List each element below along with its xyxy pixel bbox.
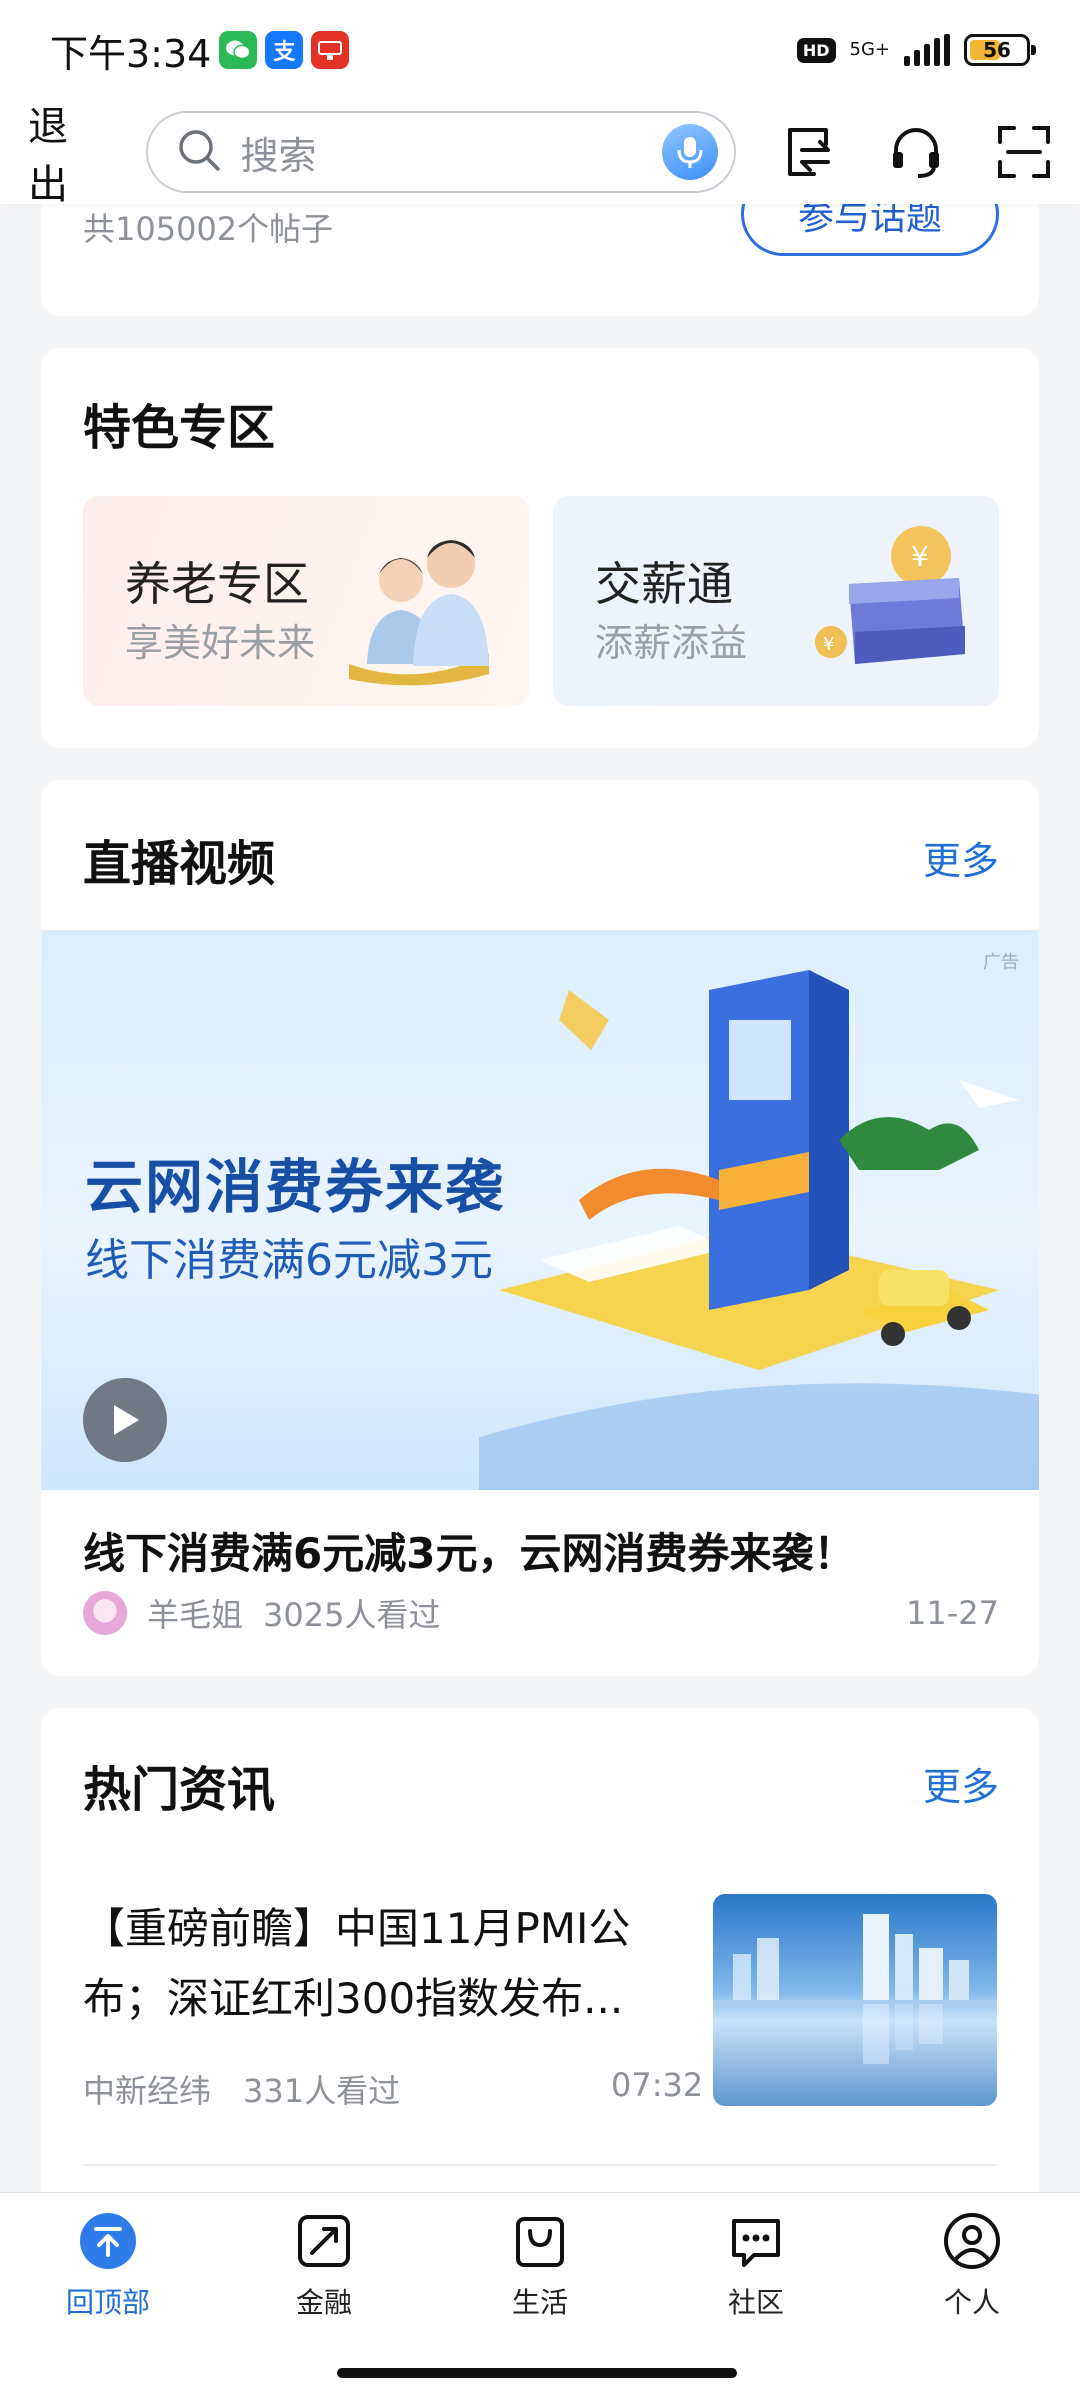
news-views: 331人看过 xyxy=(243,2072,401,2110)
avatar xyxy=(83,1591,127,1635)
live-video-section: 直播视频 更多 广告 云网消费券来袭 线下消费满6元减3元 线下消费满6元减3元… xyxy=(41,780,1039,1676)
jd-icon xyxy=(311,31,350,69)
news-section-title: 热门资讯 xyxy=(83,1762,276,1818)
user-icon xyxy=(944,2213,1000,2269)
transfer-icon[interactable] xyxy=(780,124,836,180)
video-banner[interactable]: 广告 云网消费券来袭 线下消费满6元减3元 xyxy=(41,930,1039,1490)
status-right: HD 5G+ 56 xyxy=(796,34,1036,66)
exit-button[interactable]: 退出 xyxy=(28,94,106,210)
nav-back-to-top[interactable]: 回顶部 xyxy=(8,2211,208,2331)
nav-finance[interactable]: 金融 xyxy=(224,2211,424,2331)
finance-icon xyxy=(298,2215,350,2267)
news-title: 【重磅前瞻】中国11月PMI公布；深证红利300指数发布... xyxy=(83,1904,631,2023)
microphone-icon[interactable] xyxy=(662,124,718,180)
video-title[interactable]: 线下消费满6元减3元，云网消费券来袭！ xyxy=(83,1520,855,1581)
video-meta: 羊毛姐 3025人看过 xyxy=(83,1590,440,1636)
search-icon xyxy=(176,127,222,177)
storefront-illustration xyxy=(479,970,1039,1490)
salary-link-subtitle: 添薪添益 xyxy=(595,621,748,665)
nav-label-community: 社区 xyxy=(727,2286,784,2319)
banner-headline: 云网消费券来袭 xyxy=(85,1153,506,1221)
pension-zone-tile[interactable]: 养老专区 享美好未来 xyxy=(83,496,529,706)
news-thumbnail xyxy=(713,1894,997,2106)
nav-label-finance: 金融 xyxy=(295,2286,352,2319)
chat-bubble-icon xyxy=(732,2219,780,2267)
back-to-top-icon xyxy=(80,2213,136,2269)
live-section-title: 直播视频 xyxy=(83,836,276,892)
news-item[interactable]: 【重磅前瞻】中国11月PMI公布；深证红利300指数发布... 中新经纬 331… xyxy=(83,1894,997,2166)
feature-section: 特色专区 养老专区 享美好未来 交薪通 添薪添益 ¥ ¥ xyxy=(41,348,1039,748)
nav-community[interactable]: 社区 xyxy=(656,2211,856,2331)
battery-level: 56 xyxy=(983,38,1011,62)
news-more-link[interactable]: 更多 xyxy=(923,1756,999,1811)
nav-personal[interactable]: 个人 xyxy=(872,2211,1072,2331)
pension-zone-subtitle: 享美好未来 xyxy=(125,621,316,665)
scan-icon[interactable] xyxy=(996,124,1052,180)
network-label: 5G+ xyxy=(849,39,890,60)
wallet-coins-illustration: ¥ ¥ xyxy=(815,526,965,664)
salary-link-title: 交薪通 xyxy=(595,557,733,611)
feature-section-title: 特色专区 xyxy=(83,400,276,456)
news-source: 中新经纬 xyxy=(83,2072,212,2110)
nav-life[interactable]: 生活 xyxy=(440,2211,640,2331)
wechat-icon xyxy=(219,31,258,69)
hot-news-section: 热门资讯 更多 【重磅前瞻】中国11月PMI公布；深证红利300指数发布... … xyxy=(41,1708,1039,2248)
news-time: 07:32 xyxy=(611,2066,704,2104)
top-header: 退出 搜索 xyxy=(0,100,1080,208)
status-left: 下午3:34 支 xyxy=(50,23,350,78)
hd-badge: HD xyxy=(796,37,836,63)
video-views: 3025人看过 xyxy=(263,1596,441,1634)
nav-label-personal: 个人 xyxy=(943,2286,1000,2319)
alipay-icon: 支 xyxy=(265,31,304,69)
header-icons xyxy=(780,124,1052,180)
svg-text:¥: ¥ xyxy=(823,634,834,655)
pension-zone-title: 养老专区 xyxy=(125,557,309,611)
video-date: 11-27 xyxy=(906,1594,999,1632)
video-author: 羊毛姐 xyxy=(147,1596,244,1634)
elderly-couple-illustration xyxy=(349,540,489,686)
shopping-bag-icon xyxy=(516,2217,564,2267)
banner-subheadline: 线下消费满6元减3元 xyxy=(85,1235,493,1286)
signal-icon xyxy=(904,34,950,66)
search-input[interactable]: 搜索 xyxy=(146,111,736,193)
live-more-link[interactable]: 更多 xyxy=(923,830,999,885)
customer-service-icon[interactable] xyxy=(888,124,944,180)
search-placeholder: 搜索 xyxy=(240,133,317,178)
svg-text:¥: ¥ xyxy=(911,540,929,573)
play-icon[interactable] xyxy=(83,1378,167,1462)
nav-label-back-to-top: 回顶部 xyxy=(65,2286,150,2319)
status-time: 下午3:34 xyxy=(50,31,212,76)
salary-link-tile[interactable]: 交薪通 添薪添益 ¥ ¥ xyxy=(553,496,999,706)
topic-post-count: 共105002个帖子 xyxy=(83,210,334,248)
status-bar: 下午3:34 支 HD 5G+ 56 xyxy=(0,0,1080,100)
nav-label-life: 生活 xyxy=(511,2286,568,2319)
home-indicator[interactable] xyxy=(337,2368,737,2378)
battery-icon: 56 xyxy=(964,34,1036,66)
